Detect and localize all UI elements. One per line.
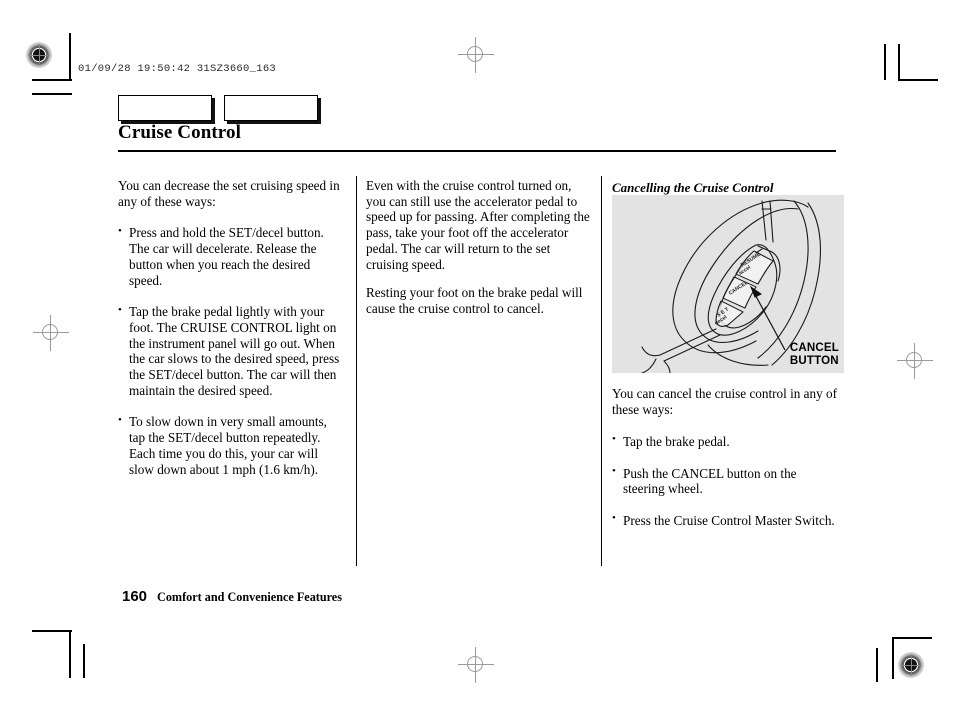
chapter-tabs: [118, 95, 318, 121]
scan-header-stamp: 01/09/28 19:50:42 31SZ3660_163: [78, 63, 277, 75]
registration-crosshair-right-middle: [895, 341, 935, 381]
crop-mark-bottom-left-horizontal: [32, 630, 72, 632]
crop-mark-bottom-left-vertical-outer: [83, 644, 85, 678]
crop-mark-top-left-horizontal-outer: [32, 93, 72, 95]
cancel-button-callout: CANCEL BUTTON: [790, 342, 839, 368]
crop-mark-top-left-horizontal-inner: [32, 79, 72, 81]
middle-paragraph-2: Resting your foot on the brake pedal wil…: [366, 285, 583, 316]
middle-paragraph-1: Even with the cruise control turned on, …: [366, 178, 590, 272]
right-bullet-list: Tap the brake pedal. Push the CANCEL but…: [612, 433, 840, 529]
registration-crosshair-left-middle: [31, 313, 71, 353]
chapter-tab-2[interactable]: [224, 95, 318, 121]
right-intro-text: You can cancel the cruise control in any…: [612, 386, 837, 418]
cancel-button-callout-line1: CANCEL: [789, 341, 839, 354]
column-divider-left: [356, 176, 357, 566]
chapter-tab-1[interactable]: [118, 95, 212, 121]
crop-mark-bottom-right-vertical-inner: [892, 637, 894, 679]
title-rule: [118, 150, 836, 152]
page-title: Cruise Control: [118, 122, 241, 143]
list-item: Push the CANCEL button on the steering w…: [612, 465, 840, 497]
crop-mark-bottom-right-horizontal: [892, 637, 932, 639]
left-intro-text: You can decrease the set cruising speed …: [118, 178, 340, 209]
column-right: Cancelling the Cruise Control RESUME acc…: [612, 180, 844, 529]
crop-mark-bottom-right-vertical-outer: [876, 648, 878, 682]
left-bullet-list: Press and hold the SET/decel button. The…: [118, 225, 346, 477]
cancel-button-callout-line2: BUTTON: [789, 354, 839, 367]
list-item: Press the Cruise Control Master Switch.: [612, 512, 840, 529]
crop-mark-top-right-horizontal: [898, 79, 938, 81]
registration-bullseye-top-left: [26, 42, 52, 68]
manual-page: 01/09/28 19:50:42 31SZ3660_163 Cruise Co…: [0, 0, 954, 710]
crop-mark-top-right-vertical-outer: [898, 44, 900, 80]
crop-mark-top-left-vertical: [69, 33, 71, 81]
registration-crosshair-bottom-center: [456, 645, 496, 685]
list-item: Tap the brake pedal lightly with your fo…: [118, 304, 346, 398]
steering-wheel-illustration: RESUME accel CANCEL S E T decel CANCEL B…: [612, 195, 844, 374]
page-footer: 160 Comfort and Convenience Features: [122, 588, 342, 605]
registration-bullseye-bottom-right: [898, 652, 924, 678]
column-middle: Even with the cruise control turned on, …: [366, 178, 590, 317]
column-divider-right: [601, 176, 602, 566]
page-number: 160: [122, 588, 148, 605]
section-heading-cancelling: Cancelling the Cruise Control: [612, 180, 774, 195]
crop-mark-top-right-vertical-inner: [884, 44, 886, 80]
list-item: To slow down in very small amounts, tap …: [118, 414, 346, 477]
list-item: Tap the brake pedal.: [612, 433, 840, 450]
registration-crosshair-top-center: [456, 35, 496, 75]
crop-mark-bottom-left-vertical-inner: [69, 630, 71, 678]
list-item: Press and hold the SET/decel button. The…: [118, 225, 346, 288]
footer-section-title: Comfort and Convenience Features: [157, 590, 342, 604]
column-left: You can decrease the set cruising speed …: [118, 178, 346, 477]
